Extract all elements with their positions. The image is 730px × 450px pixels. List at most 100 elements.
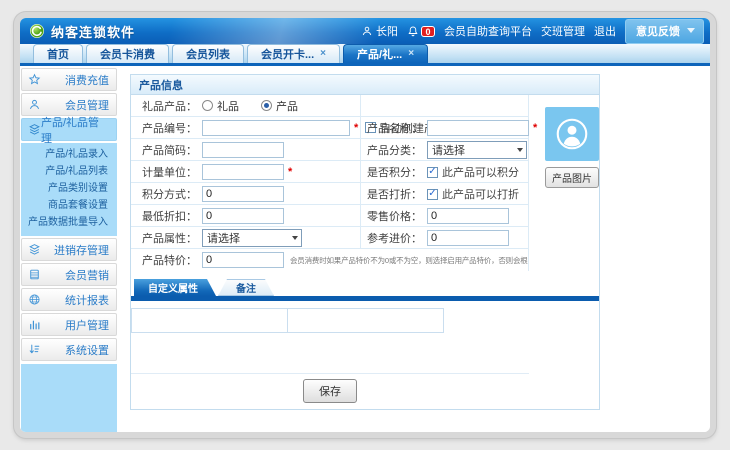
- save-button[interactable]: 保存: [303, 379, 357, 403]
- bottom-tab-strip: 自定义属性 备注: [134, 279, 599, 296]
- feedback-label: 意见反馈: [636, 23, 680, 39]
- sidebar-submenu: 产品/礼品录入 产品/礼品列表 产品类别设置 商品套餐设置 产品数据批量导入: [21, 143, 117, 236]
- discount-allowed-checkbox[interactable]: ✓: [427, 189, 438, 200]
- unit-input[interactable]: [202, 164, 284, 180]
- custom-attribute-row: [131, 308, 599, 333]
- sidebar-item-label: 会员营销: [65, 267, 109, 283]
- close-icon[interactable]: ×: [408, 49, 414, 59]
- special-price-input[interactable]: [202, 252, 284, 268]
- close-icon[interactable]: ×: [320, 49, 326, 59]
- special-price-hint: 会员消费时如果产品特价不为0或不为空，则选择启用产品特价，否则会根据最低折扣进行…: [290, 255, 528, 266]
- sidebar: 消费充值 会员管理 产品/礼品管理 产品/礼品录入 产品/礼品列表: [20, 66, 118, 432]
- chevron-down-icon: [687, 28, 695, 33]
- tab-member-list[interactable]: 会员列表: [172, 44, 244, 63]
- tab-remarks[interactable]: 备注: [218, 279, 274, 296]
- radio-gift[interactable]: 礼品: [202, 98, 239, 114]
- sidebar-item-label: 用户管理: [65, 317, 109, 333]
- min-discount-input[interactable]: [202, 208, 284, 224]
- row-points-allowed: 是否积分： ✓ 此产品可以积分: [362, 161, 528, 183]
- feedback-button[interactable]: 意见反馈: [625, 19, 704, 44]
- app-title: 纳客连锁软件: [51, 22, 135, 41]
- bottom-tab-underline: [131, 296, 599, 301]
- tab-bar: 首页 会员卡消费 会员列表 会员开卡... × 产品/礼... ×: [20, 44, 710, 66]
- avatar-icon: [554, 116, 590, 152]
- sidebar-item-label: 会员管理: [65, 97, 109, 113]
- tab-label: 会员开卡...: [261, 46, 314, 62]
- tab-label: 产品/礼...: [357, 46, 402, 62]
- field-label: 零售价格：: [362, 208, 422, 224]
- sidebar-item-label: 统计报表: [65, 292, 109, 308]
- field-label: 礼品产品：: [131, 98, 197, 114]
- sidebar-item-user-management[interactable]: 用户管理: [21, 313, 117, 336]
- link-self-service[interactable]: 会员自助查询平台: [444, 23, 532, 39]
- field-label: 最低折扣：: [131, 208, 197, 224]
- custom-attribute-cell[interactable]: [131, 308, 288, 333]
- submenu-item-batch-import[interactable]: 产品数据批量导入: [21, 214, 117, 231]
- row-discount-allowed: 是否打折： ✓ 此产品可以打折: [362, 183, 528, 205]
- sort-lines-icon: [28, 343, 41, 356]
- app-logo-icon: [29, 23, 45, 39]
- submenu-item-product-list[interactable]: 产品/礼品列表: [21, 163, 117, 180]
- reference-price-input[interactable]: [427, 230, 509, 246]
- notification-bell[interactable]: 0: [407, 25, 435, 38]
- sidebar-item-member-marketing[interactable]: 会员营销: [21, 263, 117, 286]
- product-info-panel: 产品信息 礼品产品： 礼品: [130, 74, 600, 410]
- tab-card-consume[interactable]: 会员卡消费: [86, 44, 169, 63]
- sidebar-item-label: 系统设置: [65, 342, 109, 358]
- link-logout[interactable]: 退出: [594, 23, 616, 39]
- product-attribute-select[interactable]: 请选择: [202, 229, 302, 247]
- field-label: 参考进价：: [362, 230, 422, 246]
- bell-icon: [407, 25, 419, 38]
- tab-member-open-card[interactable]: 会员开卡... ×: [247, 44, 340, 63]
- sidebar-item-statistics-reports[interactable]: 统计报表: [21, 288, 117, 311]
- sidebar-item-consume-recharge[interactable]: 消费充值: [21, 68, 117, 91]
- product-code-input[interactable]: [202, 120, 350, 136]
- row-special-price: 产品特价： 会员消费时如果产品特价不为0或不为空，则选择启用产品特价，否则会根据…: [131, 249, 528, 271]
- required-mark: *: [288, 166, 292, 178]
- app-window: 纳客连锁软件 长阳 0 会员自助查询平台 交班管理 退出 意见反馈: [14, 12, 716, 438]
- layers-icon: [28, 123, 41, 136]
- submenu-item-product-entry[interactable]: 产品/礼品录入: [21, 146, 117, 163]
- row-reference-price: 参考进价：: [362, 227, 528, 249]
- chevron-down-icon: [292, 236, 298, 240]
- title-bar: 纳客连锁软件 长阳 0 会员自助查询平台 交班管理 退出 意见反馈: [20, 18, 710, 44]
- field-label: 计量单位：: [131, 164, 197, 180]
- retail-price-input[interactable]: [427, 208, 509, 224]
- main-area: 产品信息 礼品产品： 礼品: [118, 66, 710, 432]
- field-label: 产品简码：: [131, 142, 197, 158]
- submenu-item-package-settings[interactable]: 商品套餐设置: [21, 197, 117, 214]
- sidebar-item-system-settings[interactable]: 系统设置: [21, 338, 117, 361]
- submenu-item-category-settings[interactable]: 产品类别设置: [21, 180, 117, 197]
- points-method-input[interactable]: [202, 186, 284, 202]
- current-user[interactable]: 长阳: [361, 23, 398, 39]
- notification-badge: 0: [421, 26, 435, 37]
- link-shift-management[interactable]: 交班管理: [541, 23, 585, 39]
- tab-custom-attributes[interactable]: 自定义属性: [134, 279, 216, 296]
- row-gift-or-product: 礼品产品： 礼品 产品: [131, 95, 528, 117]
- radio-product[interactable]: 产品: [261, 98, 298, 114]
- tab-home[interactable]: 首页: [33, 44, 83, 63]
- sidebar-item-inventory-management[interactable]: 进销存管理: [21, 238, 117, 261]
- custom-attribute-cell[interactable]: [287, 308, 444, 333]
- product-name-input[interactable]: [427, 120, 529, 136]
- sidebar-item-product-gift-management[interactable]: 产品/礼品管理: [21, 118, 117, 141]
- layers-icon: [28, 243, 41, 256]
- product-category-select[interactable]: 请选择: [427, 141, 527, 159]
- points-allowed-checkbox[interactable]: ✓: [427, 167, 438, 178]
- radio-icon-checked[interactable]: [261, 100, 272, 111]
- product-image-button[interactable]: 产品图片: [545, 167, 599, 188]
- field-label: 积分方式：: [131, 186, 197, 202]
- field-label: 产品编号：: [131, 120, 197, 136]
- username-label: 长阳: [376, 23, 398, 39]
- globe-icon: [28, 293, 41, 306]
- radio-icon[interactable]: [202, 100, 213, 111]
- select-value: 请选择: [207, 230, 240, 246]
- checkbox-label: 此产品可以积分: [442, 164, 519, 180]
- product-shortcode-input[interactable]: [202, 142, 284, 158]
- tab-product-gift[interactable]: 产品/礼... ×: [343, 44, 428, 63]
- bar-chart-icon: [28, 318, 41, 331]
- notebook-icon: [28, 268, 41, 281]
- tab-label: 会员卡消费: [100, 46, 155, 62]
- panel-title: 产品信息: [131, 75, 599, 95]
- sidebar-item-label: 消费充值: [65, 72, 109, 88]
